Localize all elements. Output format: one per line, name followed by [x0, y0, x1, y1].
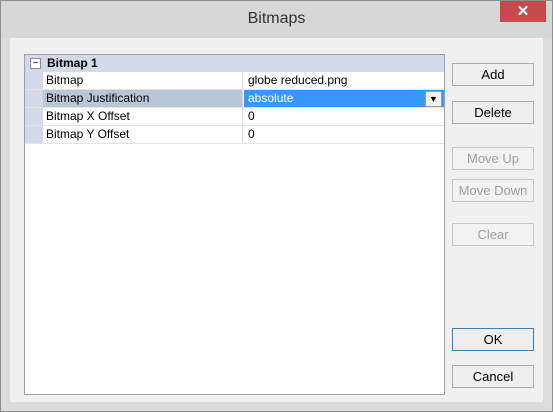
row-gutter: [25, 90, 43, 107]
row-gutter: [25, 72, 43, 89]
property-value[interactable]: 0: [244, 108, 444, 125]
clear-button[interactable]: Clear: [452, 223, 534, 246]
property-grid[interactable]: − Bitmap 1 Bitmap globe reduced.png Bitm…: [24, 54, 445, 395]
row-gutter: [25, 108, 43, 125]
property-row-justification[interactable]: Bitmap Justification absolute ▼: [25, 90, 444, 108]
move-up-button[interactable]: Move Up: [452, 147, 534, 170]
property-name[interactable]: Bitmap X Offset: [43, 108, 243, 125]
delete-button[interactable]: Delete: [452, 101, 534, 124]
category-label: Bitmap 1: [47, 56, 98, 70]
title-bar[interactable]: Bitmaps ✕: [1, 1, 552, 38]
ok-button[interactable]: OK: [452, 328, 534, 351]
property-value[interactable]: globe reduced.png: [244, 72, 444, 89]
bitmaps-dialog: Bitmaps ✕ − Bitmap 1 Bitmap globe reduce…: [0, 0, 553, 412]
justification-select-value: absolute: [248, 91, 294, 105]
property-value[interactable]: 0: [244, 126, 444, 143]
property-row-x-offset[interactable]: Bitmap X Offset 0: [25, 108, 444, 126]
category-header[interactable]: − Bitmap 1: [25, 55, 444, 72]
property-name[interactable]: Bitmap: [43, 72, 243, 89]
row-gutter: [25, 126, 43, 143]
move-down-button[interactable]: Move Down: [452, 179, 534, 202]
property-name[interactable]: Bitmap Justification: [43, 90, 243, 107]
cancel-button[interactable]: Cancel: [452, 365, 534, 388]
dropdown-arrow-icon[interactable]: ▼: [425, 91, 442, 107]
collapse-toggle-icon[interactable]: −: [30, 58, 41, 69]
property-row-y-offset[interactable]: Bitmap Y Offset 0: [25, 126, 444, 144]
add-button[interactable]: Add: [452, 63, 534, 86]
close-button[interactable]: ✕: [500, 1, 546, 22]
dialog-body: − Bitmap 1 Bitmap globe reduced.png Bitm…: [10, 38, 543, 402]
justification-value[interactable]: absolute ▼: [244, 90, 444, 107]
property-row-bitmap[interactable]: Bitmap globe reduced.png: [25, 72, 444, 90]
window-title: Bitmaps: [247, 10, 306, 27]
property-name[interactable]: Bitmap Y Offset: [43, 126, 243, 143]
